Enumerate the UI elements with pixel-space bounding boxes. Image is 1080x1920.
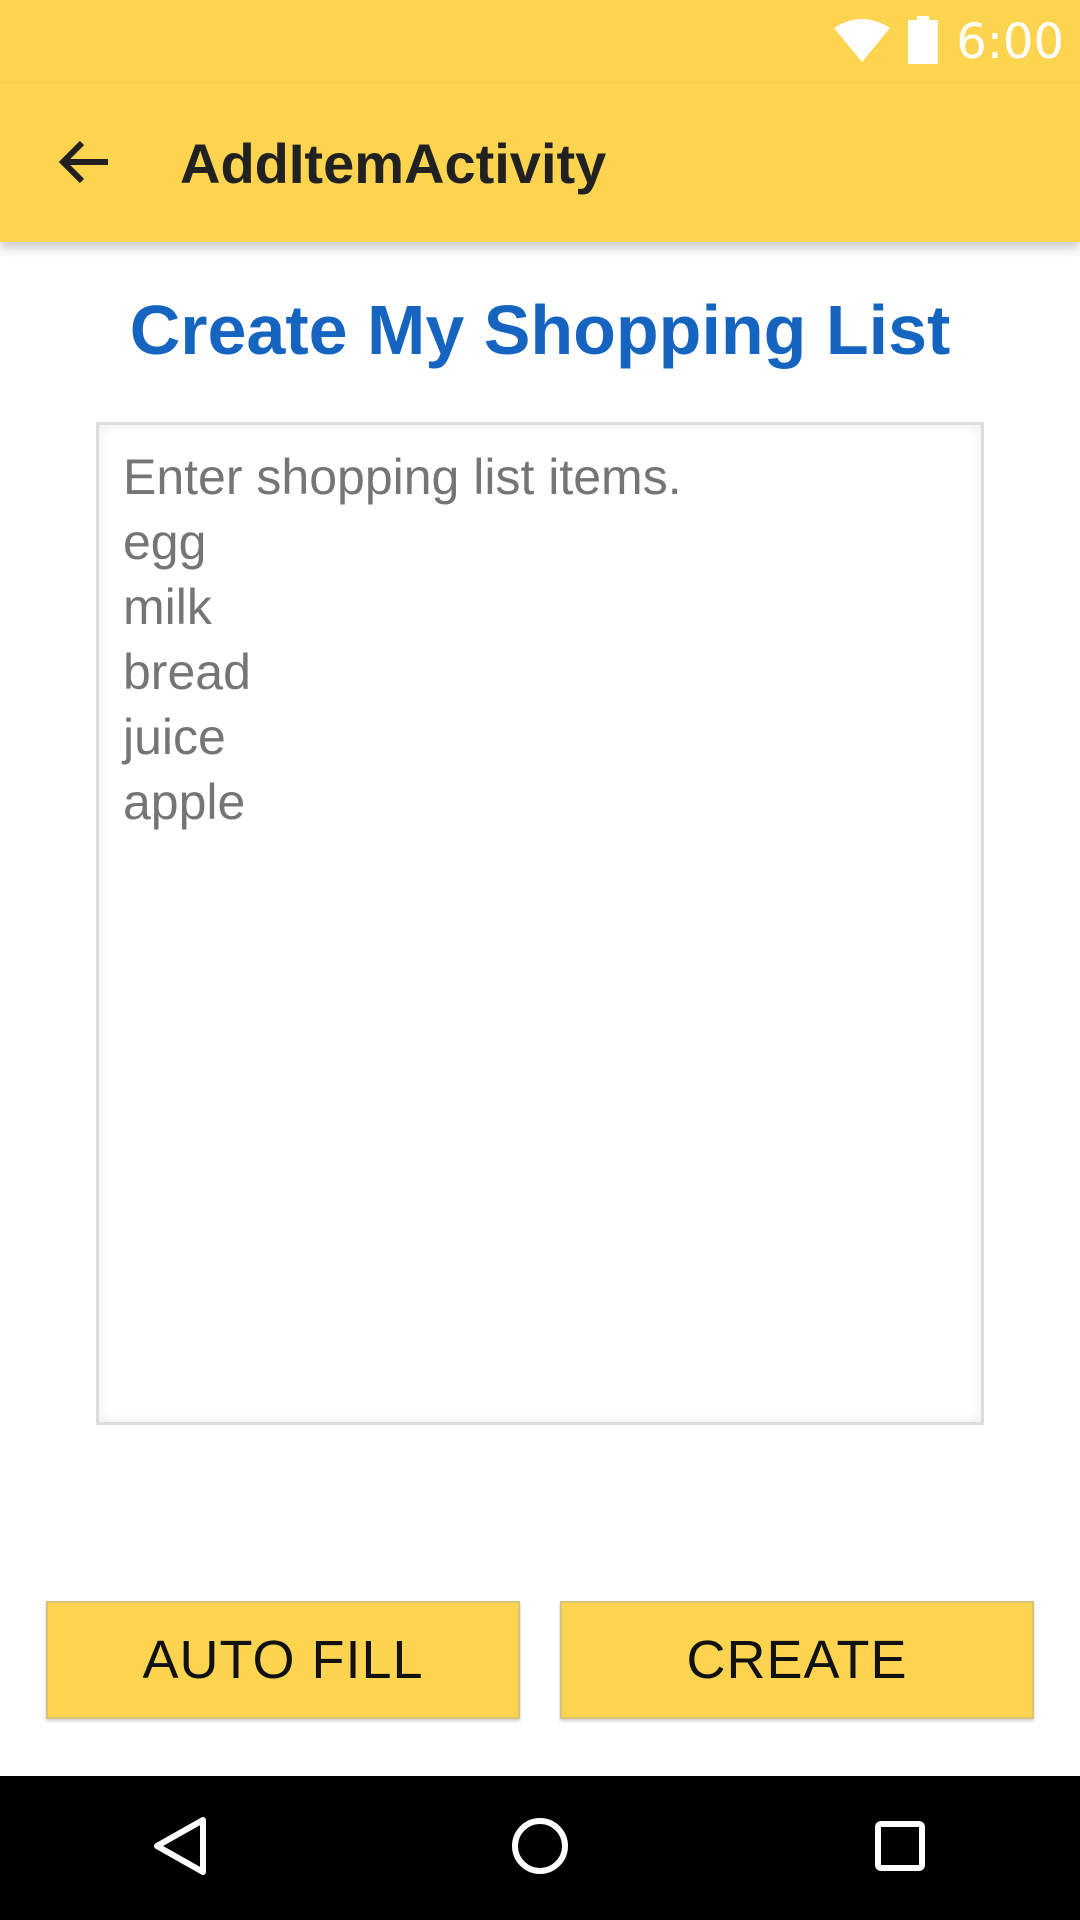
status-icons: 6:00 — [834, 0, 1064, 84]
create-button[interactable]: CREATE — [560, 1601, 1034, 1719]
battery-icon — [908, 15, 939, 69]
nav-home-icon — [510, 1816, 570, 1881]
auto-fill-button[interactable]: AUTO FILL — [46, 1601, 520, 1719]
wifi-icon — [834, 18, 891, 67]
nav-recents-icon — [874, 1820, 926, 1877]
nav-home-button[interactable] — [490, 1798, 590, 1898]
status-time: 6:00 — [956, 14, 1064, 70]
navigation-bar — [0, 1776, 1080, 1920]
nav-recents-button[interactable] — [850, 1798, 950, 1898]
arrow-back-icon — [58, 138, 110, 191]
back-button[interactable] — [40, 128, 128, 200]
nav-back-button[interactable] — [130, 1798, 230, 1898]
page-title: Create My Shopping List — [129, 291, 951, 369]
shopping-items-input[interactable] — [99, 425, 981, 1422]
nav-back-icon — [153, 1816, 207, 1881]
shopping-items-box — [96, 422, 984, 1425]
app-bar: AddItemActivity — [0, 84, 1080, 242]
status-bar: 6:00 — [0, 0, 1080, 84]
app-title: AddItemActivity — [180, 131, 607, 195]
